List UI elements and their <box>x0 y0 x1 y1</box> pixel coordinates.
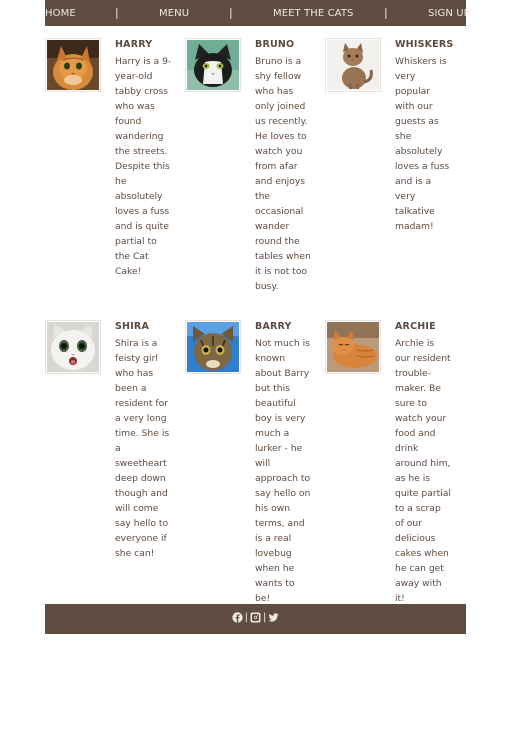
cat-name-barry: BARRY <box>255 321 292 332</box>
cat-description-whiskers: Whiskers is very popular with our guests… <box>395 56 450 232</box>
social-separator: | <box>263 612 267 623</box>
nav-separator: | <box>384 6 388 19</box>
cat-name-whiskers: WHISKERS <box>395 39 454 50</box>
tabby-cat-blue-background-photo <box>187 322 239 372</box>
ginger-cat-lying-photo <box>327 322 379 372</box>
cat-description-barry: Not much is known about Barry but this b… <box>255 338 311 604</box>
top-navigation-bar: HOME | MENU | MEET THE CATS | SIGN UP <box>45 0 470 26</box>
social-separator: | <box>244 612 248 623</box>
instagram-icon[interactable] <box>250 612 261 623</box>
cat-name-harry: HARRY <box>115 39 153 50</box>
white-kitten-surprised-photo <box>47 322 99 372</box>
social-links: | | <box>45 612 466 623</box>
cat-photo-archie <box>325 320 381 374</box>
nav-link-sign-up[interactable]: SIGN UP <box>428 0 470 26</box>
facebook-icon[interactable] <box>231 612 243 623</box>
cat-name-archie: ARCHIE <box>395 321 436 332</box>
cat-photo-barry <box>185 320 241 374</box>
brown-tabby-sitting-cat-photo <box>327 40 379 90</box>
twitter-icon[interactable] <box>268 612 279 623</box>
cat-description-harry: Harry is a 9-year-old tabby cross who wa… <box>115 56 172 277</box>
cat-name-bruno: BRUNO <box>255 39 295 50</box>
cat-description-shira: Shira is a feisty girl who has been a re… <box>115 338 170 559</box>
nav-separator: | <box>229 6 233 19</box>
cat-photo-whiskers <box>325 38 381 92</box>
cat-photo-shira <box>45 320 101 374</box>
cat-description-archie: Archie is our resident trouble-maker. Be… <box>395 338 451 604</box>
nav-link-home[interactable]: HOME <box>45 0 76 26</box>
orange-tabby-cat-photo <box>47 40 99 90</box>
cat-photo-bruno <box>185 38 241 92</box>
nav-separator: | <box>115 6 119 19</box>
footer-bar: | | <box>45 604 466 634</box>
black-white-cat-photo <box>187 40 239 90</box>
page-container: HOME | MENU | MEET THE CATS | SIGN UP HA… <box>45 0 470 634</box>
cat-description-bruno: Bruno is a shy fellow who has only joine… <box>255 56 311 292</box>
cat-name-shira: SHIRA <box>115 321 149 332</box>
nav-link-meet-the-cats[interactable]: MEET THE CATS <box>273 0 353 26</box>
cat-photo-harry <box>45 38 101 92</box>
nav-link-menu[interactable]: MENU <box>159 0 189 26</box>
